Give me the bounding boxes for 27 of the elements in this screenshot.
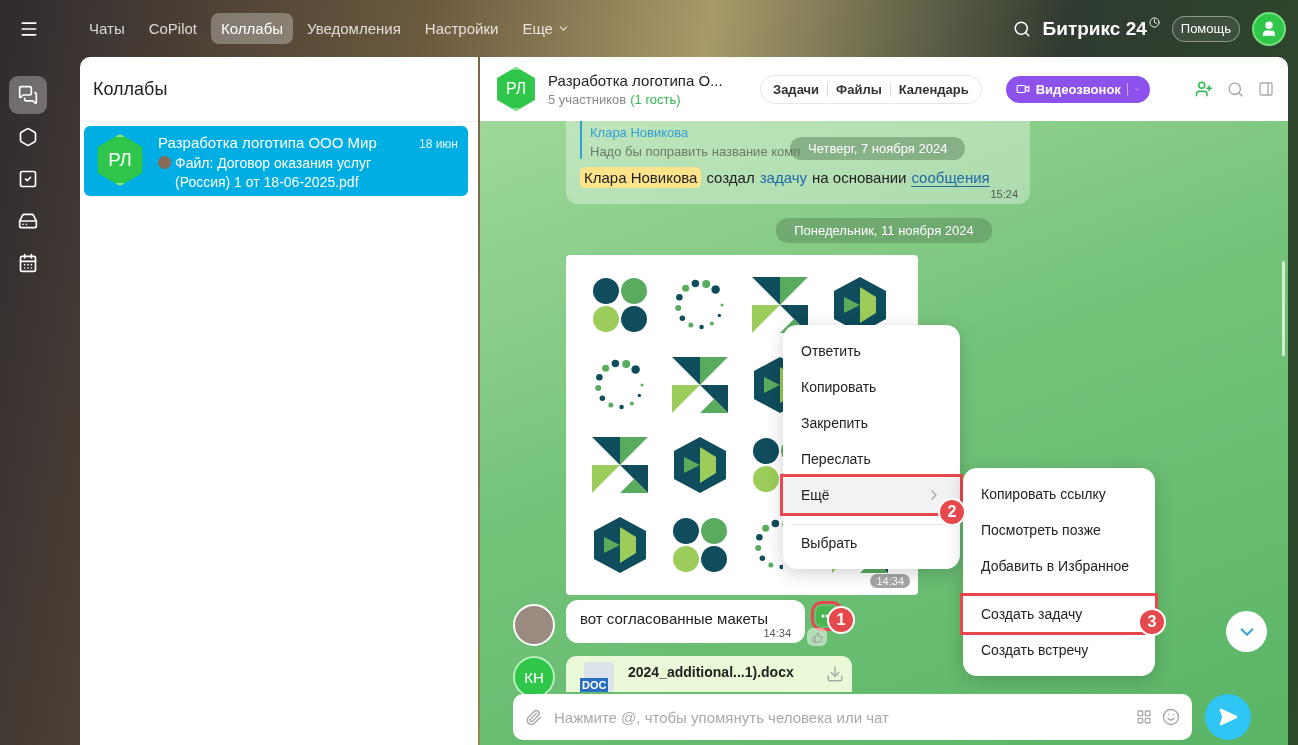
message-text: вот согласованные макеты [580,610,769,627]
quote-author: Клара Новикова [590,125,690,140]
message-text: на основании [812,169,907,186]
file-type-label: DOC [580,678,609,692]
menu-item-label: Посмотреть позже [981,522,1101,538]
collab-date: 18 июн [419,137,458,151]
menu-item-label: Выбрать [801,535,858,551]
menu-item-label: Переслать [801,451,871,467]
collab-preview: Файл: Договор оказания услуг (Россия) 1 от 18-06-2025.pdf [175,154,373,192]
menu-item-label: Ответить [801,343,861,359]
menu-item-label: Добавить в Избранное [981,558,1130,574]
menu-item-label: Копировать ссылку [981,486,1106,502]
menu-item-label: Копировать [801,379,877,395]
collab-title: Разработка логотипа ООО Мир [158,134,377,151]
message-time: 14:34 [870,574,910,588]
message-time: 14:34 [763,627,791,639]
quote-text: Надо бы поправить название комп [590,144,801,159]
menu-item-label: Закрепить [801,415,869,431]
panel-title: Коллабы [80,57,478,122]
menu-item-label: Создать задачу [981,606,1083,622]
chat-title: Разработка логотипа О... [548,71,724,89]
message-time: 15:24 [990,188,1018,200]
menu-item-label: Ещё [801,487,830,503]
file-name: 2024_additional...1).docx [628,664,795,680]
date-separator: Понедельник, 11 ноября 2024 [776,218,992,243]
message-text: создал [706,169,755,186]
menu-item-label: Создать встречу [981,642,1089,658]
